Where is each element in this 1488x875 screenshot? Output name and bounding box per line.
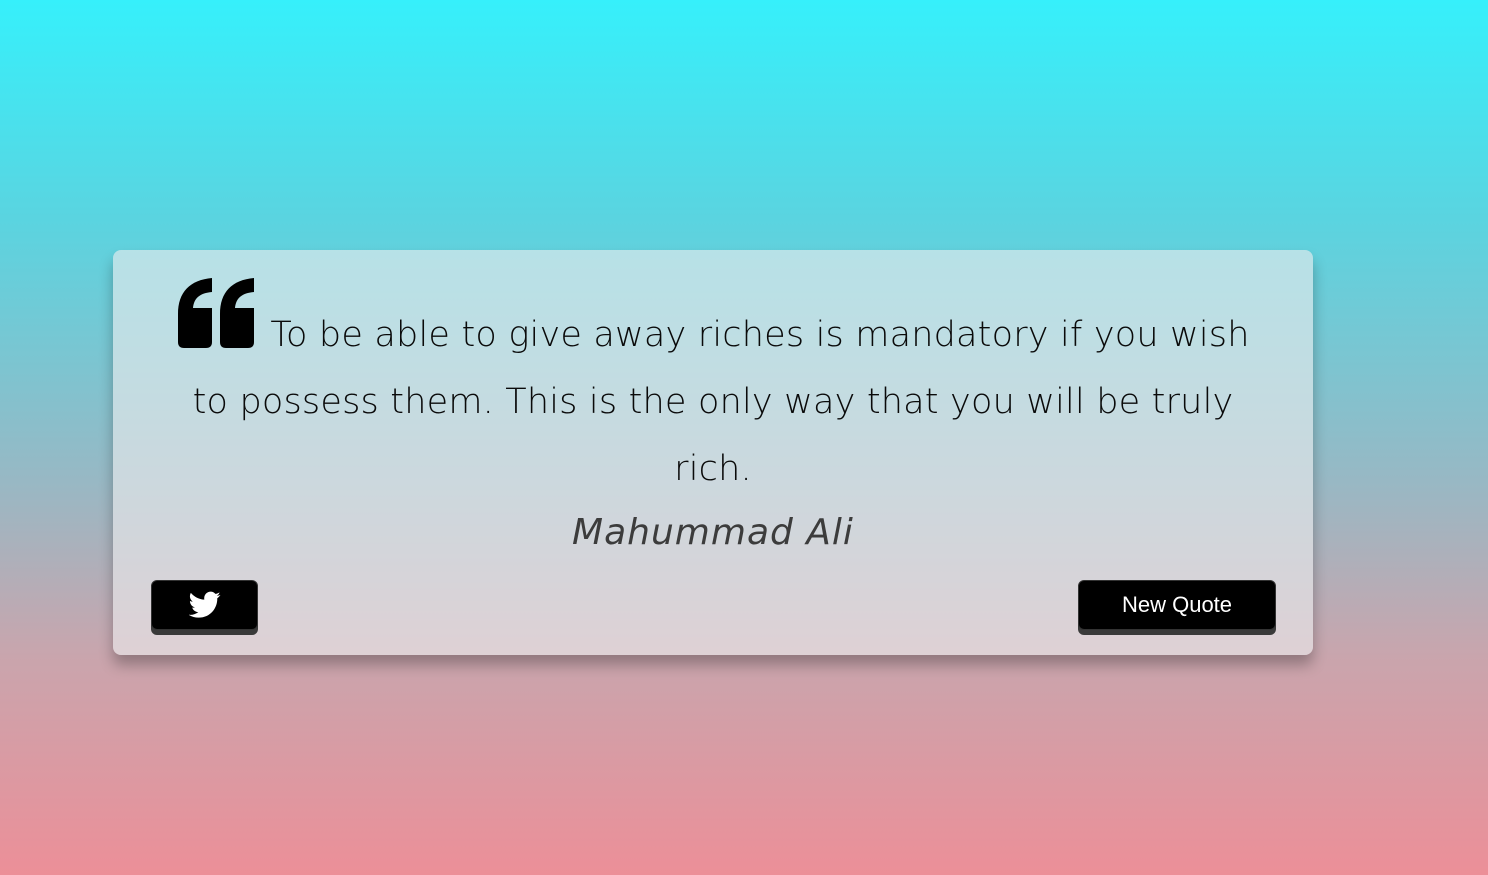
- quote-author: Mahummad Ali: [572, 512, 854, 553]
- quote-text: To be able to give away riches is mandat…: [192, 315, 1250, 489]
- twitter-icon: [188, 591, 220, 618]
- quote-text-block: To be able to give away riches is mandat…: [153, 278, 1273, 503]
- tweet-button[interactable]: [151, 580, 258, 630]
- left-double-quote-icon: [178, 278, 255, 348]
- quote-card: To be able to give away riches is mandat…: [113, 250, 1313, 655]
- new-quote-button[interactable]: New Quote: [1078, 580, 1276, 630]
